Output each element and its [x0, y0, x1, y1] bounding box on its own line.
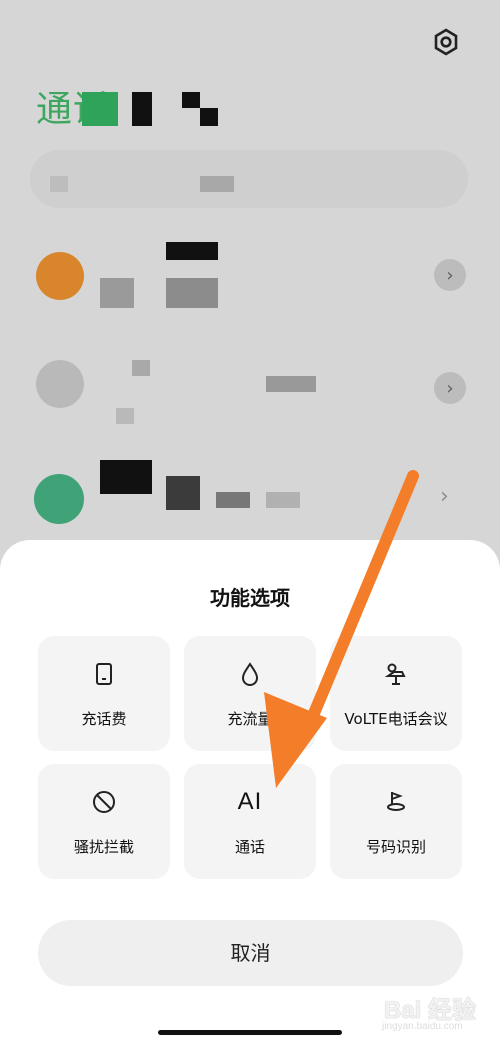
number-recognition-tile[interactable]: 号码识别: [330, 764, 462, 879]
chevron-right-icon[interactable]: ›: [434, 259, 466, 291]
pixelated-area: [100, 460, 152, 494]
contact-avatar: [34, 474, 84, 524]
sheet-title: 功能选项: [210, 586, 290, 610]
harassment-block-tile[interactable]: 骚扰拦截: [38, 764, 170, 879]
pixelated-area: [132, 92, 152, 126]
pixelated-area: [266, 492, 300, 508]
settings-icon: [434, 28, 458, 56]
pixelated-area: [166, 476, 200, 510]
home-indicator[interactable]: [158, 1030, 342, 1035]
pixelated-area: [166, 242, 218, 260]
ai-call-label: 通话: [234, 838, 265, 856]
pixelated-area: [182, 92, 200, 108]
recharge-balance-label: 充话费: [81, 710, 127, 728]
ai-call-tile[interactable]: AI 通话: [184, 764, 316, 879]
recharge-data-tile[interactable]: 充流量: [184, 636, 316, 751]
pixelated-area: [266, 376, 316, 392]
pixelated-area: [200, 176, 234, 192]
pin-flag-icon: [382, 788, 410, 816]
watermark-logo: Bai 经验: [384, 997, 477, 1024]
settings-button[interactable]: [430, 26, 462, 58]
pixelated-area: [100, 278, 134, 308]
video-conference-icon: [382, 660, 410, 688]
pixelated-area: [116, 408, 134, 424]
volte-conference-tile[interactable]: VoLTE电话会议: [330, 636, 462, 751]
ai-text-icon: AI: [237, 788, 263, 815]
contact-avatar: [36, 360, 84, 408]
harassment-block-label: 骚扰拦截: [73, 838, 134, 856]
pixelated-area: [50, 176, 68, 192]
droplet-icon: [236, 660, 264, 688]
number-recognition-label: 号码识别: [365, 838, 426, 856]
pixelated-area: [82, 92, 118, 126]
recharge-balance-tile[interactable]: 充话费: [38, 636, 170, 751]
pixelated-area: [216, 492, 250, 508]
recharge-data-label: 充流量: [227, 710, 273, 728]
function-options-sheet: 功能选项 充话费 充流量 VoLTE电话会议 骚扰拦截 AI 通话 号码识别 取…: [0, 540, 500, 1044]
pixelated-area: [166, 278, 218, 308]
watermark-url: jingyan.baidu.com: [382, 1021, 463, 1032]
volte-conference-label: VoLTE电话会议: [344, 710, 448, 728]
chevron-right-icon[interactable]: ›: [434, 372, 466, 404]
pixelated-area: [200, 108, 218, 126]
pixelated-area: [132, 360, 150, 376]
contact-avatar: [36, 252, 84, 300]
phone-card-icon: [90, 660, 118, 688]
chevron-right-icon[interactable]: ›: [440, 484, 449, 509]
search-bar[interactable]: [30, 150, 468, 208]
cancel-button[interactable]: 取消: [38, 920, 463, 986]
block-icon: [90, 788, 118, 816]
